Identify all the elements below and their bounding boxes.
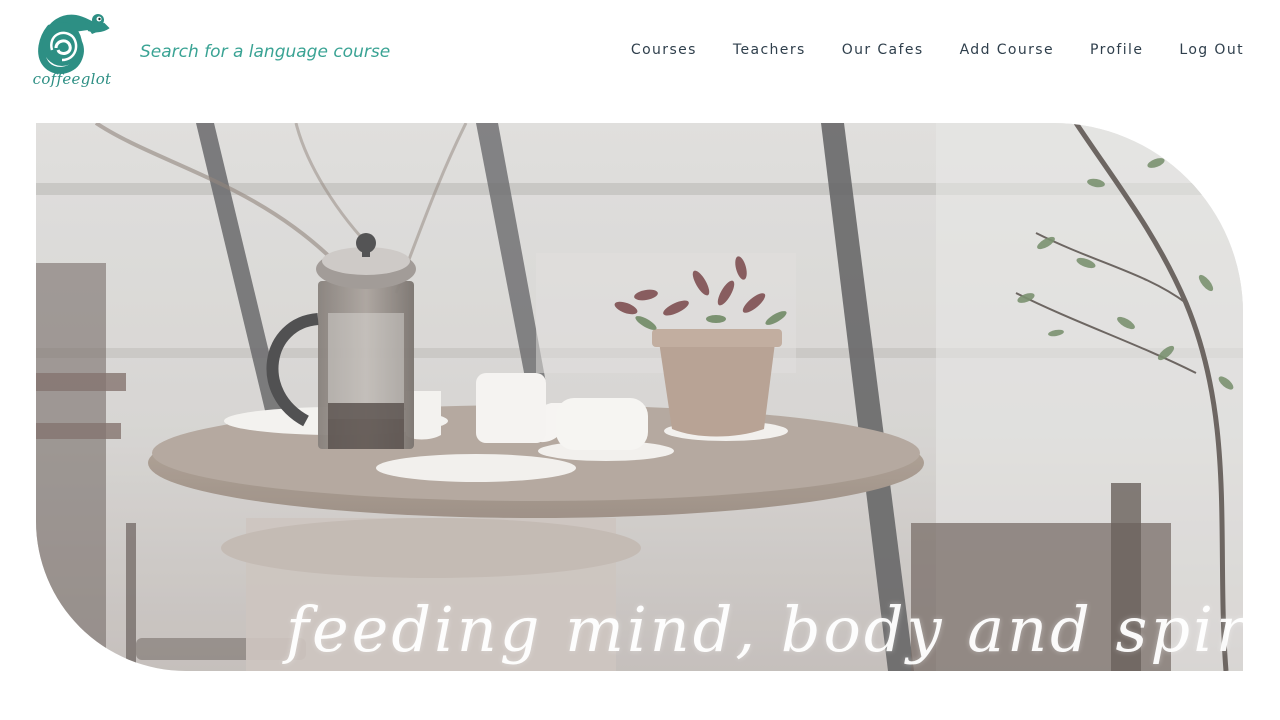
search-input[interactable] [140,38,470,66]
nav-teachers[interactable]: Teachers [733,42,806,58]
nav-add-course[interactable]: Add Course [960,42,1054,58]
logo-wordmark: coffeeglot [32,70,112,88]
hero-cafe-image [36,123,1243,671]
coffeeglot-logo[interactable]: coffeeglot [32,6,112,98]
chameleon-icon [38,14,110,74]
nav-profile[interactable]: Profile [1090,42,1143,58]
site-header: coffeeglot Courses Teachers Our Cafes Ad… [0,0,1280,110]
hero-tagline: feeding mind, body and spirit [286,593,1243,666]
hero-banner: feeding mind, body and spirit [36,123,1243,671]
nav-courses[interactable]: Courses [631,42,697,58]
nav-our-cafes[interactable]: Our Cafes [842,42,924,58]
search-bar[interactable] [140,38,470,66]
nav-log-out[interactable]: Log Out [1179,42,1244,58]
main-nav: Courses Teachers Our Cafes Add Course Pr… [595,42,1244,58]
